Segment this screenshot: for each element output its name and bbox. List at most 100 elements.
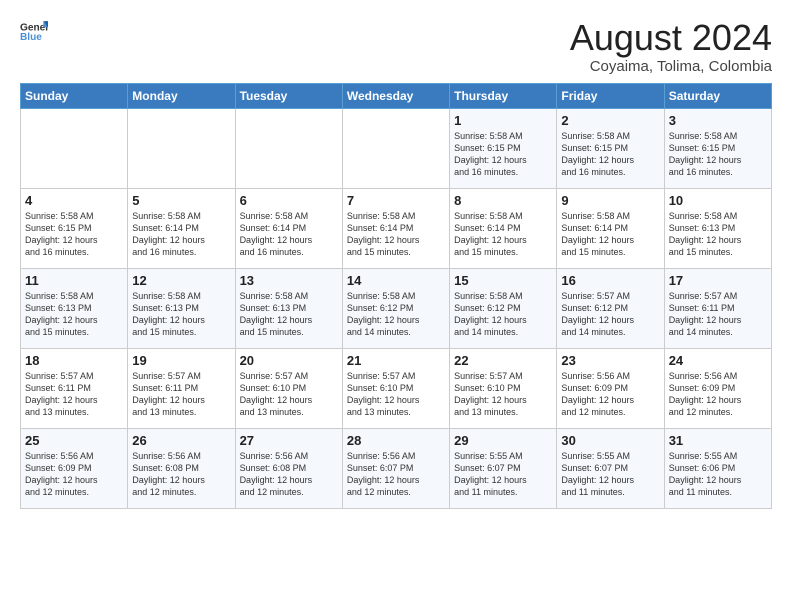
day-number: 12	[132, 273, 230, 288]
day-detail: Sunrise: 5:56 AM Sunset: 6:09 PM Dayligh…	[561, 370, 659, 419]
day-detail: Sunrise: 5:57 AM Sunset: 6:12 PM Dayligh…	[561, 290, 659, 339]
logo-icon: General Blue	[20, 18, 48, 46]
day-detail: Sunrise: 5:58 AM Sunset: 6:15 PM Dayligh…	[454, 130, 552, 179]
day-detail: Sunrise: 5:58 AM Sunset: 6:14 PM Dayligh…	[561, 210, 659, 259]
day-cell: 22 Sunrise: 5:57 AM Sunset: 6:10 PM Dayli…	[450, 348, 557, 428]
day-detail: Sunrise: 5:57 AM Sunset: 6:11 PM Dayligh…	[132, 370, 230, 419]
day-number: 19	[132, 353, 230, 368]
header-thursday: Thursday	[450, 83, 557, 108]
day-number: 11	[25, 273, 123, 288]
day-detail: Sunrise: 5:58 AM Sunset: 6:15 PM Dayligh…	[561, 130, 659, 179]
day-number: 25	[25, 433, 123, 448]
week-row-1: 1Sunrise: 5:58 AM Sunset: 6:15 PM Daylig…	[21, 108, 772, 188]
day-number: 21	[347, 353, 445, 368]
header-friday: Friday	[557, 83, 664, 108]
day-number: 3	[669, 113, 767, 128]
day-detail: Sunrise: 5:58 AM Sunset: 6:12 PM Dayligh…	[454, 290, 552, 339]
svg-text:Blue: Blue	[20, 32, 42, 43]
day-cell: 25 Sunrise: 5:56 AM Sunset: 6:09 PM Dayli…	[21, 428, 128, 508]
day-cell: 4 Sunrise: 5:58 AM Sunset: 6:15 PM Daylig…	[21, 188, 128, 268]
day-number: 20	[240, 353, 338, 368]
header-monday: Monday	[128, 83, 235, 108]
header-sunday: Sunday	[21, 83, 128, 108]
day-detail: Sunrise: 5:57 AM Sunset: 6:11 PM Dayligh…	[669, 290, 767, 339]
day-cell: 18 Sunrise: 5:57 AM Sunset: 6:11 PM Dayli…	[21, 348, 128, 428]
header-wednesday: Wednesday	[342, 83, 449, 108]
month-year-title: August 2024	[570, 18, 772, 58]
header-tuesday: Tuesday	[235, 83, 342, 108]
day-detail: Sunrise: 5:57 AM Sunset: 6:10 PM Dayligh…	[347, 370, 445, 419]
day-number: 27	[240, 433, 338, 448]
day-cell: 11 Sunrise: 5:58 AM Sunset: 6:13 PM Dayli…	[21, 268, 128, 348]
day-detail: Sunrise: 5:58 AM Sunset: 6:12 PM Dayligh…	[347, 290, 445, 339]
day-detail: Sunrise: 5:58 AM Sunset: 6:15 PM Dayligh…	[669, 130, 767, 179]
day-detail: Sunrise: 5:56 AM Sunset: 6:07 PM Dayligh…	[347, 450, 445, 499]
day-cell: 2 Sunrise: 5:58 AM Sunset: 6:15 PM Daylig…	[557, 108, 664, 188]
day-detail: Sunrise: 5:58 AM Sunset: 6:14 PM Dayligh…	[347, 210, 445, 259]
day-cell: 29Sunrise: 5:55 AM Sunset: 6:07 PM Dayli…	[450, 428, 557, 508]
week-row-4: 18 Sunrise: 5:57 AM Sunset: 6:11 PM Dayli…	[21, 348, 772, 428]
day-number: 31	[669, 433, 767, 448]
day-cell: 28 Sunrise: 5:56 AM Sunset: 6:07 PM Dayli…	[342, 428, 449, 508]
day-cell: 26Sunrise: 5:56 AM Sunset: 6:08 PM Dayli…	[128, 428, 235, 508]
day-number: 4	[25, 193, 123, 208]
day-number: 2	[561, 113, 659, 128]
day-number: 28	[347, 433, 445, 448]
day-number: 9	[561, 193, 659, 208]
days-header-row: Sunday Monday Tuesday Wednesday Thursday…	[21, 83, 772, 108]
location-subtitle: Coyaima, Tolima, Colombia	[570, 58, 772, 75]
day-detail: Sunrise: 5:55 AM Sunset: 6:07 PM Dayligh…	[454, 450, 552, 499]
day-detail: Sunrise: 5:57 AM Sunset: 6:11 PM Dayligh…	[25, 370, 123, 419]
day-number: 6	[240, 193, 338, 208]
day-detail: Sunrise: 5:58 AM Sunset: 6:15 PM Dayligh…	[25, 210, 123, 259]
title-block: August 2024 Coyaima, Tolima, Colombia	[570, 18, 772, 75]
day-number: 15	[454, 273, 552, 288]
day-cell: 6Sunrise: 5:58 AM Sunset: 6:14 PM Daylig…	[235, 188, 342, 268]
day-number: 16	[561, 273, 659, 288]
day-cell: 24 Sunrise: 5:56 AM Sunset: 6:09 PM Dayli…	[664, 348, 771, 428]
week-row-5: 25 Sunrise: 5:56 AM Sunset: 6:09 PM Dayli…	[21, 428, 772, 508]
day-detail: Sunrise: 5:58 AM Sunset: 6:14 PM Dayligh…	[132, 210, 230, 259]
day-cell: 31 Sunrise: 5:55 AM Sunset: 6:06 PM Dayli…	[664, 428, 771, 508]
day-detail: Sunrise: 5:58 AM Sunset: 6:13 PM Dayligh…	[669, 210, 767, 259]
day-detail: Sunrise: 5:55 AM Sunset: 6:07 PM Dayligh…	[561, 450, 659, 499]
header-saturday: Saturday	[664, 83, 771, 108]
day-number: 22	[454, 353, 552, 368]
day-cell: 1Sunrise: 5:58 AM Sunset: 6:15 PM Daylig…	[450, 108, 557, 188]
day-cell: 23 Sunrise: 5:56 AM Sunset: 6:09 PM Dayli…	[557, 348, 664, 428]
week-row-3: 11 Sunrise: 5:58 AM Sunset: 6:13 PM Dayli…	[21, 268, 772, 348]
day-detail: Sunrise: 5:56 AM Sunset: 6:09 PM Dayligh…	[25, 450, 123, 499]
day-cell	[342, 108, 449, 188]
day-cell: 30 Sunrise: 5:55 AM Sunset: 6:07 PM Dayli…	[557, 428, 664, 508]
day-cell: 15 Sunrise: 5:58 AM Sunset: 6:12 PM Dayli…	[450, 268, 557, 348]
day-number: 30	[561, 433, 659, 448]
day-detail: Sunrise: 5:57 AM Sunset: 6:10 PM Dayligh…	[454, 370, 552, 419]
day-number: 17	[669, 273, 767, 288]
day-detail: Sunrise: 5:58 AM Sunset: 6:13 PM Dayligh…	[132, 290, 230, 339]
day-cell: 21 Sunrise: 5:57 AM Sunset: 6:10 PM Dayli…	[342, 348, 449, 428]
day-number: 23	[561, 353, 659, 368]
day-cell: 19 Sunrise: 5:57 AM Sunset: 6:11 PM Dayli…	[128, 348, 235, 428]
day-cell	[235, 108, 342, 188]
day-cell: 3 Sunrise: 5:58 AM Sunset: 6:15 PM Daylig…	[664, 108, 771, 188]
day-number: 24	[669, 353, 767, 368]
calendar-table: Sunday Monday Tuesday Wednesday Thursday…	[20, 83, 772, 509]
day-cell: 5Sunrise: 5:58 AM Sunset: 6:14 PM Daylig…	[128, 188, 235, 268]
day-number: 10	[669, 193, 767, 208]
day-number: 26	[132, 433, 230, 448]
day-detail: Sunrise: 5:56 AM Sunset: 6:09 PM Dayligh…	[669, 370, 767, 419]
day-cell: 12 Sunrise: 5:58 AM Sunset: 6:13 PM Dayli…	[128, 268, 235, 348]
day-detail: Sunrise: 5:56 AM Sunset: 6:08 PM Dayligh…	[240, 450, 338, 499]
day-number: 14	[347, 273, 445, 288]
logo: General Blue	[20, 18, 48, 46]
day-cell	[21, 108, 128, 188]
day-cell: 9 Sunrise: 5:58 AM Sunset: 6:14 PM Daylig…	[557, 188, 664, 268]
day-detail: Sunrise: 5:58 AM Sunset: 6:14 PM Dayligh…	[454, 210, 552, 259]
day-cell: 20Sunrise: 5:57 AM Sunset: 6:10 PM Dayli…	[235, 348, 342, 428]
day-number: 18	[25, 353, 123, 368]
day-number: 13	[240, 273, 338, 288]
day-cell: 17 Sunrise: 5:57 AM Sunset: 6:11 PM Dayli…	[664, 268, 771, 348]
day-number: 7	[347, 193, 445, 208]
day-detail: Sunrise: 5:55 AM Sunset: 6:06 PM Dayligh…	[669, 450, 767, 499]
day-detail: Sunrise: 5:58 AM Sunset: 6:13 PM Dayligh…	[25, 290, 123, 339]
